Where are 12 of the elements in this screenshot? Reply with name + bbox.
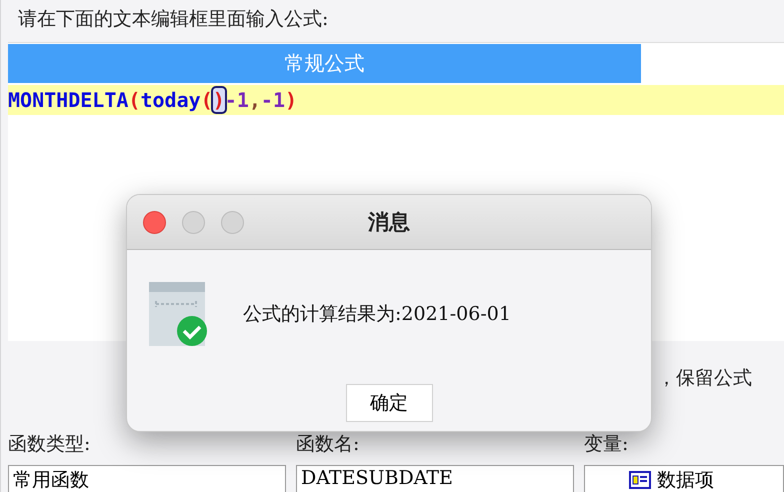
list-label: 变量: [584,432,630,457]
close-button[interactable] [143,210,166,234]
dialog-title: 消息 [366,209,411,236]
list-label: 函数类型: [8,432,92,457]
success-icon [149,282,207,346]
ok-button[interactable]: 确定 [346,384,432,422]
list-label: 函数名: [296,432,360,457]
list-item[interactable]: 数据项 [585,466,783,492]
result-message: 公式的计算结果为:2021-06-01 [243,302,511,327]
option-text: ，保留公式 [657,366,752,391]
list-item[interactable]: 常用函数 [9,466,285,492]
prompt-label: 请在下面的文本编辑框里面输入公式: [17,7,330,32]
